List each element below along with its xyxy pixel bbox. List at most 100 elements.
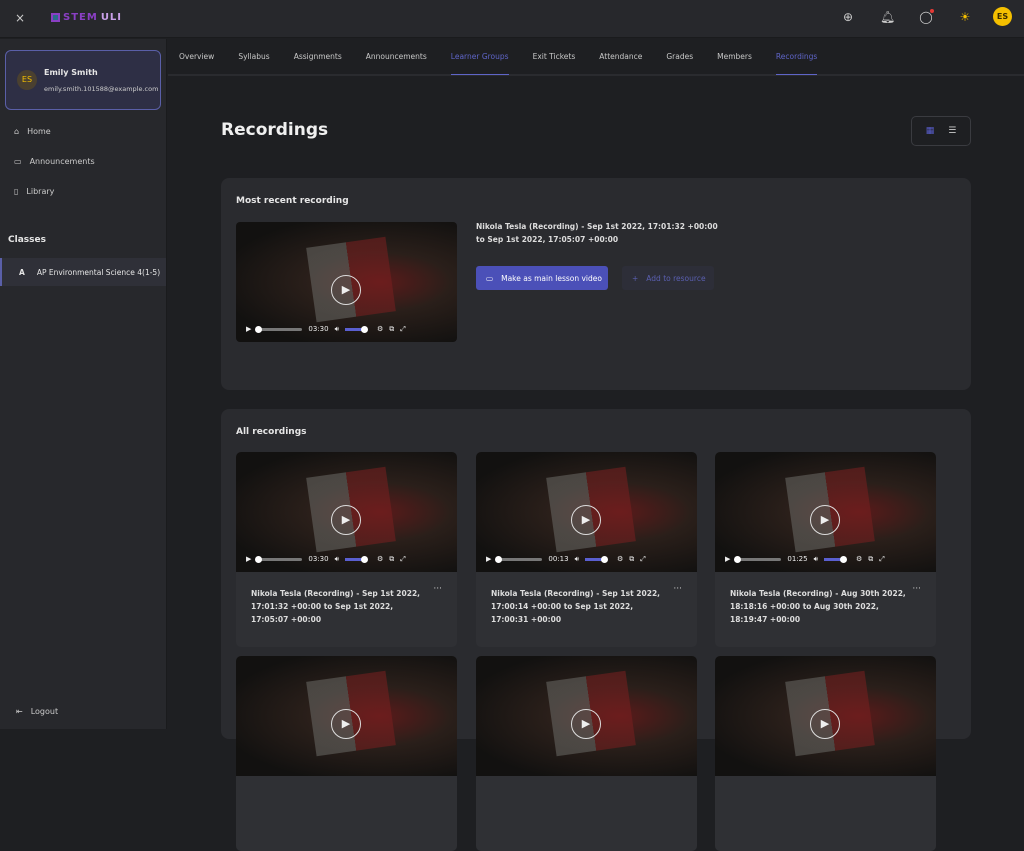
play-overlay-icon[interactable]: ▶ (331, 505, 361, 535)
seek-slider[interactable] (255, 325, 303, 333)
user-card[interactable]: ES Emily Smith emily.smith.101588@exampl… (5, 50, 161, 110)
fullscreen-icon[interactable]: ⤢ (400, 555, 406, 564)
volume-icon[interactable]: 🔊︎ (814, 555, 818, 564)
tab-members[interactable]: Members (717, 38, 752, 75)
avatar[interactable]: ES (993, 7, 1012, 26)
section-heading: All recordings (236, 427, 307, 437)
popout-icon[interactable]: ⧉ (629, 555, 634, 564)
video-controls: ▶ 03:30 🔊︎ ⚙ ⧉ ⤢ (236, 546, 457, 572)
recording-card: ▶ ▶ 03:30 🔊︎ ⚙ ⧉ ⤢ Nikola Tesla (Recording) -… (236, 452, 457, 647)
settings-icon[interactable]: ⚙ (377, 325, 383, 333)
play-overlay-icon[interactable]: ▶ (810, 505, 840, 535)
video-player[interactable]: ▶ ▶ 03:30 🔊︎ ⚙ ⧉ ⤢ (236, 222, 457, 342)
volume-icon[interactable]: 🔊︎ (335, 325, 339, 334)
video-controls: ▶ 03:30 🔊︎ ⚙ ⧉ ⤢ (236, 316, 457, 342)
section-heading: Most recent recording (236, 196, 349, 206)
tab-syllabus[interactable]: Syllabus (238, 38, 269, 75)
seek-slider[interactable] (734, 555, 782, 563)
duration: 03:30 (308, 325, 329, 333)
recording-card: ▶ (236, 656, 457, 851)
page-title: Recordings (221, 120, 329, 140)
video-player[interactable]: ▶ ▶ 01:25 🔊︎ ⚙ ⧉ ⤢ (715, 452, 936, 572)
play-overlay-icon[interactable]: ▶ (571, 505, 601, 535)
class-item[interactable]: A AP Environmental Science 4(1-5) (0, 258, 166, 286)
button-label: Add to resource (646, 273, 706, 283)
duration: 01:25 (787, 555, 808, 563)
add-to-resource-button[interactable]: + Add to resource (622, 266, 714, 290)
all-recordings-panel: All recordings ▶ ▶ 03:30 🔊︎ ⚙ ⧉ ⤢ Nikola Tesl… (221, 409, 971, 851)
play-overlay-icon[interactable]: ▶ (810, 709, 840, 739)
play-overlay-icon[interactable]: ▶ (331, 709, 361, 739)
tab-announcements[interactable]: Announcements (366, 38, 427, 75)
most-recent-panel: Most recent recording ▶ ▶ 03:30 🔊︎ ⚙ ⧉ ⤢ N… (221, 178, 971, 390)
sidebar-item-home[interactable]: ⌂ Home (14, 127, 51, 136)
recording-title: Nikola Tesla (Recording) - Sep 1st 2022,… (476, 222, 718, 244)
tab-overview[interactable]: Overview (179, 38, 214, 75)
tab-assignments[interactable]: Assignments (294, 38, 342, 75)
recording-card: ▶ (476, 656, 697, 851)
tab-attendance[interactable]: Attendance (599, 38, 642, 75)
logout-button[interactable]: ⇤ Logout (16, 707, 58, 716)
home-icon: ⌂ (14, 127, 20, 136)
volume-slider[interactable] (345, 325, 368, 333)
volume-icon[interactable]: 🔊︎ (335, 555, 339, 564)
bookmark-icon: ▯ (14, 187, 19, 196)
play-overlay-icon[interactable]: ▶ (571, 709, 601, 739)
tab-recordings[interactable]: Recordings (775, 38, 818, 75)
announcement-icon: ▭ (14, 157, 22, 166)
volume-slider[interactable] (824, 555, 847, 563)
seek-slider[interactable] (495, 555, 543, 563)
tab-learner-groups[interactable]: Learner Groups (450, 38, 509, 75)
notification-dot (930, 9, 934, 13)
list-view-icon[interactable]: ☰ (948, 126, 956, 136)
play-icon[interactable]: ▶ (246, 555, 251, 563)
video-player[interactable]: ▶ (476, 656, 697, 776)
sidebar-item-library[interactable]: ▯ Library (14, 187, 54, 196)
view-toggle: ▦ ☰ (911, 116, 971, 146)
classes-heading: Classes (8, 235, 46, 245)
settings-icon[interactable]: ⚙ (617, 555, 623, 563)
popout-icon[interactable]: ⧉ (389, 555, 394, 564)
recording-card: ▶ ▶ 01:25 🔊︎ ⚙ ⧉ ⤢ Nikola Tesla (Recording) -… (715, 452, 936, 647)
close-icon[interactable]: × (15, 11, 25, 25)
button-label: Make as main lesson video (501, 273, 602, 283)
more-options-icon[interactable]: ··· (912, 584, 921, 594)
video-player[interactable]: ▶ ▶ 03:30 🔊︎ ⚙ ⧉ ⤢ (236, 452, 457, 572)
logo-text: STEM (63, 12, 98, 23)
volume-icon[interactable]: 🔊︎ (575, 555, 579, 564)
play-icon[interactable]: ▶ (246, 325, 251, 333)
video-player[interactable]: ▶ ▶ 00:13 🔊︎ ⚙ ⧉ ⤢ (476, 452, 697, 572)
add-circle-icon[interactable]: ⊕ (841, 10, 855, 24)
settings-icon[interactable]: ⚙ (856, 555, 862, 563)
video-controls: ▶ 01:25 🔊︎ ⚙ ⧉ ⤢ (715, 546, 936, 572)
fullscreen-icon[interactable]: ⤢ (879, 555, 885, 564)
more-options-icon[interactable]: ··· (433, 584, 442, 594)
volume-slider[interactable] (345, 555, 368, 563)
video-player[interactable]: ▶ (236, 656, 457, 776)
seek-slider[interactable] (255, 555, 303, 563)
play-icon[interactable]: ▶ (725, 555, 730, 563)
duration: 03:30 (308, 555, 329, 563)
play-overlay-icon[interactable]: ▶ (331, 275, 361, 305)
video-camera-icon: ▭ (486, 273, 494, 283)
sidebar-item-announcements[interactable]: ▭ Announcements (14, 157, 95, 166)
bell-icon[interactable]: 🔔︎ (880, 10, 895, 24)
volume-slider[interactable] (585, 555, 608, 563)
sun-icon[interactable]: ☀ (958, 10, 972, 24)
settings-icon[interactable]: ⚙ (377, 555, 383, 563)
play-icon[interactable]: ▶ (486, 555, 491, 563)
recording-card: ▶ ▶ 00:13 🔊︎ ⚙ ⧉ ⤢ Nikola Tesla (Recording) -… (476, 452, 697, 647)
top-bar: × STEM ULI ⊕ 🔔︎ ◯ ☀ ES (0, 0, 1024, 38)
grid-view-icon[interactable]: ▦ (926, 126, 935, 136)
tab-exit-tickets[interactable]: Exit Tickets (533, 38, 576, 75)
make-main-video-button[interactable]: ▭ Make as main lesson video (476, 266, 608, 290)
class-letter-icon: A (19, 267, 25, 277)
tab-grades[interactable]: Grades (666, 38, 693, 75)
video-player[interactable]: ▶ (715, 656, 936, 776)
popout-icon[interactable]: ⧉ (389, 325, 394, 334)
fullscreen-icon[interactable]: ⤢ (400, 325, 406, 334)
fullscreen-icon[interactable]: ⤢ (640, 555, 646, 564)
sidebar: ES Emily Smith emily.smith.101588@exampl… (0, 39, 167, 729)
popout-icon[interactable]: ⧉ (868, 555, 873, 564)
more-options-icon[interactable]: ··· (673, 584, 682, 594)
